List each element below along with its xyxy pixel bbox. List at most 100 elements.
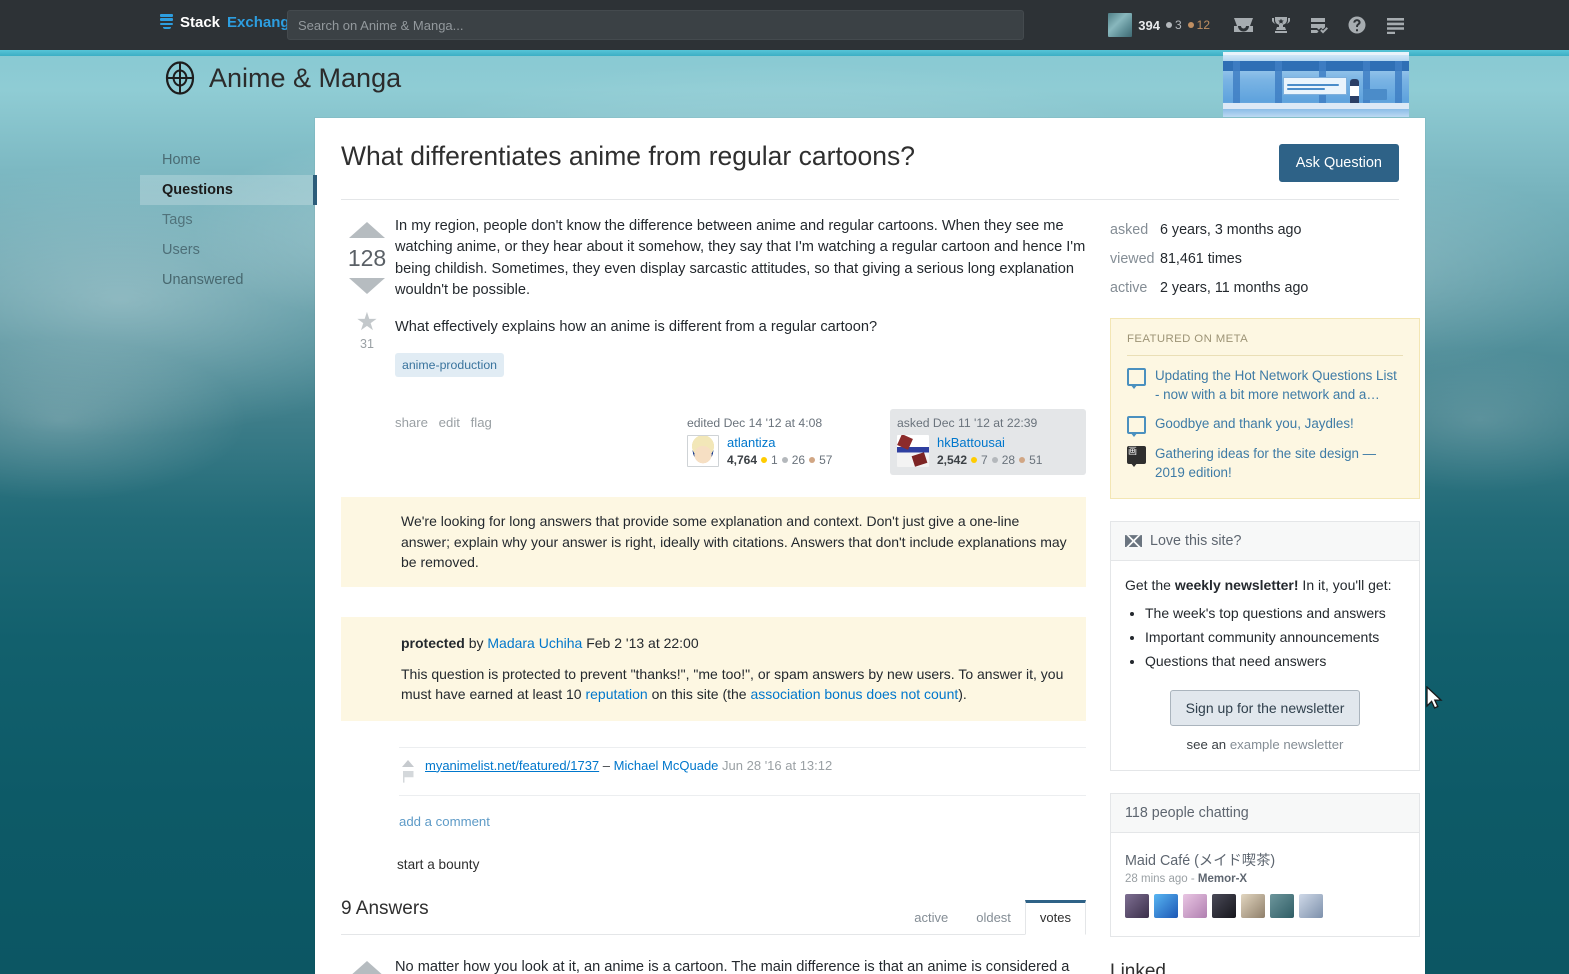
silver-badge-icon (782, 457, 788, 463)
sidebar-item-users[interactable]: Users (140, 235, 316, 265)
owner-username[interactable]: hkBattousai (937, 435, 1005, 450)
reputation-link[interactable]: reputation (585, 686, 647, 702)
upvote-arrow-icon[interactable] (349, 961, 385, 974)
owner-bronze-count: 51 (1029, 453, 1042, 467)
favorite-star-icon[interactable]: ★ (341, 310, 393, 335)
sidebar-item-tags[interactable]: Tags (140, 205, 316, 235)
inbox-icon[interactable] (1224, 0, 1262, 50)
newsletter-header: Love this site? (1111, 522, 1419, 561)
logo-stack-text: Stack (180, 14, 220, 31)
tab-votes[interactable]: votes (1025, 900, 1086, 935)
newsletter-intro-pre: Get the (1125, 577, 1175, 593)
site-switcher-icon[interactable] (1376, 0, 1414, 50)
edited-timestamp[interactable]: edited Dec 14 '12 at 4:08 (687, 416, 869, 430)
question-tag-list: anime-production (395, 353, 1086, 377)
linked-heading: Linked (1110, 961, 1420, 974)
stackexchange-logo-icon (160, 14, 173, 31)
question-score: 128 (341, 245, 393, 272)
stackexchange-logo[interactable]: StackExchange (160, 14, 298, 31)
see-an-label: see an (1187, 737, 1230, 752)
favorite-count: 31 (341, 337, 393, 351)
avatar (1108, 13, 1132, 37)
avatar[interactable] (1183, 894, 1207, 918)
association-bonus-link[interactable]: association bonus does not count (750, 686, 958, 702)
comment-row: myanimelist.net/featured/1737 – Michael … (399, 747, 1086, 796)
owner-reputation-line: 2,542 7 28 51 (937, 453, 1042, 467)
site-title-link[interactable]: Anime & Manga (163, 61, 401, 95)
answer-body: No matter how you look at it, an anime i… (393, 957, 1086, 974)
newsletter-signup-button[interactable]: Sign up for the newsletter (1170, 690, 1361, 726)
asked-timestamp[interactable]: asked Dec 11 '12 at 22:39 (897, 416, 1079, 430)
site-banner-illustration (1223, 52, 1409, 117)
avatar[interactable] (1299, 894, 1323, 918)
owner-silver-count: 28 (1002, 453, 1015, 467)
answers-count: 9 Answers (341, 898, 429, 934)
long-answers-notice: We're looking for long answers that prov… (341, 497, 1086, 587)
downvote-arrow-icon[interactable] (349, 278, 385, 294)
tag-anime-production[interactable]: anime-production (395, 353, 504, 377)
site-header: Anime & Manga (0, 56, 1569, 118)
avatar[interactable] (1154, 894, 1178, 918)
avatar[interactable] (1241, 894, 1265, 918)
avatar[interactable] (897, 435, 929, 467)
avatar[interactable] (1270, 894, 1294, 918)
stat-label: asked (1110, 222, 1160, 238)
protected-by-user[interactable]: Madara Uchiha (487, 635, 582, 651)
silver-badge-icon (992, 457, 998, 463)
meta-item-label: Goodbye and thank you, Jaydles! (1155, 414, 1354, 433)
trophy-icon[interactable] (1262, 0, 1300, 50)
reputation-count: 394 (1138, 18, 1160, 33)
list-item: Important community announcements (1145, 627, 1405, 648)
question-paragraph: What effectively explains how an anime i… (395, 317, 1086, 338)
tab-oldest[interactable]: oldest (962, 903, 1025, 934)
stat-label: viewed (1110, 251, 1160, 267)
comment-upvote-icon[interactable] (402, 760, 414, 767)
ask-question-button[interactable]: Ask Question (1279, 144, 1399, 182)
example-newsletter-link[interactable]: example newsletter (1230, 737, 1344, 752)
editor-reputation: 4,764 (727, 453, 757, 467)
protected-notice-heading: protected by Madara Uchiha Feb 2 '13 at … (401, 633, 1068, 654)
envelope-icon (1125, 535, 1142, 547)
stat-label: active (1110, 280, 1160, 296)
flag-link[interactable]: flag (471, 415, 492, 430)
newsletter-intro-bold: weekly newsletter! (1175, 577, 1299, 593)
comment-flag-icon[interactable] (403, 771, 414, 783)
start-bounty-link[interactable]: start a bounty (341, 857, 1086, 872)
upvote-arrow-icon[interactable] (349, 222, 385, 238)
editor-username[interactable]: atlantiza (727, 435, 775, 450)
sidebar-item-unanswered[interactable]: Unanswered (140, 265, 316, 295)
dark-speech-bubble-icon (1127, 446, 1146, 464)
chat-room-name[interactable]: Maid Café (メイド喫茶) (1125, 849, 1405, 870)
avatar[interactable] (687, 435, 719, 467)
post-action-links: share edit flag (395, 409, 499, 430)
meta-item[interactable]: Goodbye and thank you, Jaydles! (1127, 414, 1403, 434)
sidebar-item-questions[interactable]: Questions (140, 175, 316, 205)
edit-link[interactable]: edit (439, 415, 460, 430)
owner-reputation: 2,542 (937, 453, 967, 467)
review-icon[interactable] (1300, 0, 1338, 50)
meta-item[interactable]: Gathering ideas for the site design — 20… (1127, 444, 1403, 482)
bronze-badge-group: 12 (1188, 18, 1210, 32)
gold-badge-icon (971, 457, 977, 463)
chat-module: 118 people chatting Maid Café (メイド喫茶) 28… (1110, 793, 1420, 937)
search-input[interactable] (287, 10, 1024, 40)
user-signature-group: edited Dec 14 '12 at 4:08 atlantiza 4,76… (680, 409, 1086, 475)
comment-link[interactable]: myanimelist.net/featured/1737 (425, 758, 599, 773)
meta-item[interactable]: Updating the Hot Network Questions List … (1127, 366, 1403, 404)
help-icon[interactable] (1338, 0, 1376, 50)
content-container: What differentiates anime from regular c… (315, 118, 1425, 974)
owner-signature: asked Dec 11 '12 at 22:39 hkBattousai 2,… (890, 409, 1086, 475)
editor-silver-count: 26 (792, 453, 805, 467)
avatar[interactable] (1125, 894, 1149, 918)
mouse-cursor (1426, 686, 1443, 716)
page-title: What differentiates anime from regular c… (341, 140, 915, 173)
sidebar-item-home[interactable]: Home (140, 145, 316, 175)
avatar[interactable] (1212, 894, 1236, 918)
comment-username[interactable]: Michael McQuade (614, 758, 719, 773)
comment-date: Jun 28 '16 at 13:12 (722, 758, 832, 773)
silver-badge-group: 3 (1166, 18, 1182, 32)
add-comment-link[interactable]: add a comment (341, 814, 1086, 829)
share-link[interactable]: share (395, 415, 428, 430)
user-profile-chip[interactable]: 394 3 12 (1108, 13, 1210, 37)
tab-active[interactable]: active (900, 903, 962, 934)
